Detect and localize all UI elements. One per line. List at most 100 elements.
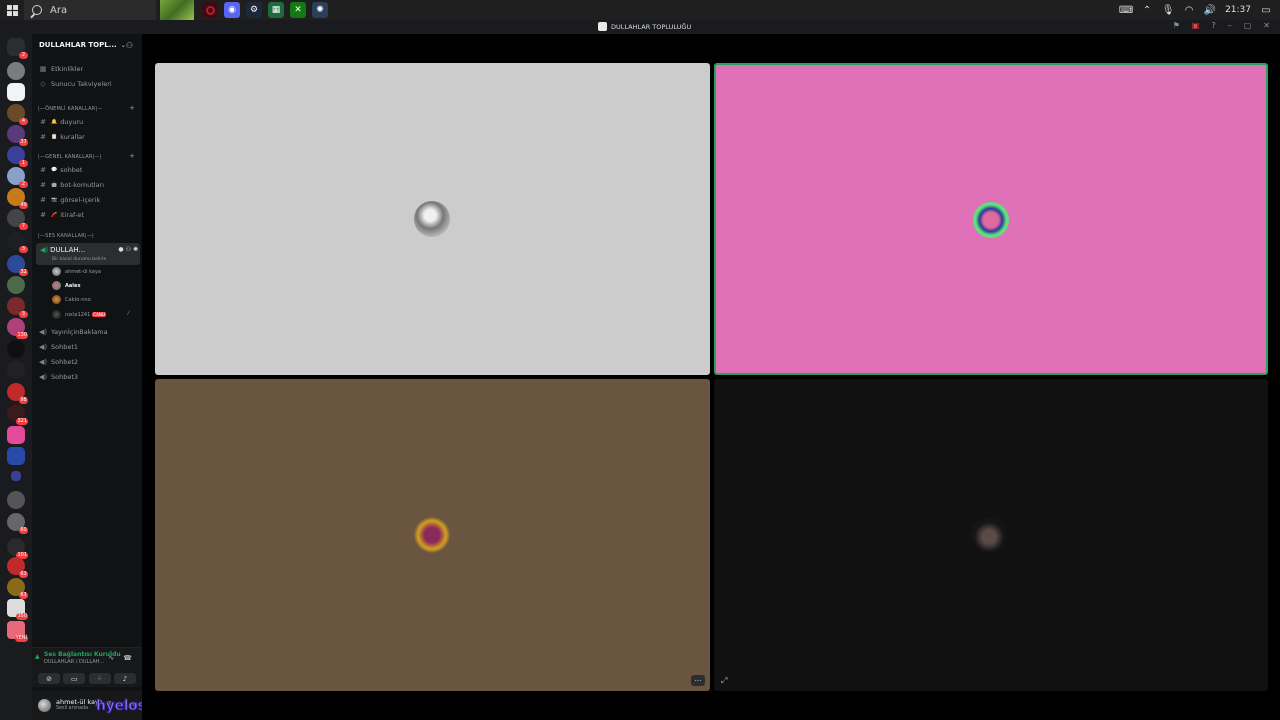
- channel-gorsel-icerik[interactable]: # 📷 görsel-içerik: [38, 196, 100, 204]
- server-icon[interactable]: YENİ: [7, 621, 28, 642]
- taskbar-search-input[interactable]: Ara: [24, 0, 156, 20]
- boosts-link[interactable]: ◇ Sunucu Takviyeleri: [38, 80, 111, 88]
- voice-channel[interactable]: ◀) Sohbet3: [38, 373, 78, 381]
- category-important[interactable]: |—ÖNEMLİ KANALLAR|—: [38, 106, 103, 112]
- disconnect-icon[interactable]: ☎: [123, 654, 132, 662]
- participant-tile[interactable]: [155, 63, 710, 375]
- server-icon[interactable]: [7, 361, 25, 379]
- channel-bot-komutlari[interactable]: # 🤖 bot-komutları: [38, 181, 104, 189]
- server-icon[interactable]: [7, 426, 25, 444]
- channel-itiraf-et[interactable]: # 🧨 itiraf-et: [38, 211, 84, 219]
- voice-user-name: ahmet-ül kaya: [65, 268, 101, 275]
- server-header[interactable]: DULLAHLAR TOPL... ⌄ ⚇: [32, 34, 142, 56]
- maximize-button[interactable]: ▢: [1244, 21, 1252, 30]
- server-icon[interactable]: [7, 447, 25, 465]
- server-icon[interactable]: 37: [7, 125, 28, 146]
- channel-duyuru[interactable]: # 🔔 duyuru: [38, 118, 83, 126]
- server-icon[interactable]: 7: [7, 209, 28, 230]
- windows-start-icon[interactable]: [0, 0, 24, 20]
- voice-user[interactable]: rox\e1241 CANLI: [52, 310, 107, 319]
- voice-user[interactable]: Cakto-nno: [52, 295, 91, 304]
- volume-icon[interactable]: 🔊: [1204, 4, 1216, 16]
- category-voice[interactable]: |—SES KANALLAR|—|: [38, 233, 94, 239]
- add-channel-icon[interactable]: +: [129, 152, 135, 160]
- voice-user[interactable]: ahmet-ül kaya: [52, 267, 101, 276]
- voice-channel[interactable]: ◀) Sohbet2: [38, 358, 78, 366]
- voice-stage: ··· ⤢: [142, 34, 1280, 720]
- participant-avatar: [414, 517, 450, 553]
- participant-tile[interactable]: [714, 63, 1268, 375]
- chevron-up-icon[interactable]: ⌃: [1141, 4, 1153, 16]
- server-icon[interactable]: [7, 62, 25, 80]
- participant-tile[interactable]: ···: [155, 379, 710, 691]
- taskbar-thumbnail: [160, 0, 194, 20]
- server-icon[interactable]: 4: [7, 104, 28, 125]
- clock[interactable]: 21:37: [1225, 5, 1251, 15]
- server-icon[interactable]: 32: [7, 255, 28, 276]
- gear-icon[interactable]: ✺: [133, 246, 138, 253]
- activities-button[interactable]: ⁘: [88, 673, 111, 684]
- server-icon[interactable]: [7, 340, 25, 358]
- minimize-button[interactable]: –: [1228, 21, 1232, 30]
- xbox-icon[interactable]: ✕: [290, 2, 306, 18]
- server-icon[interactable]: 49: [7, 188, 28, 209]
- server-icon[interactable]: 2: [7, 167, 28, 188]
- microphone-icon[interactable]: 🎙: [1162, 4, 1175, 16]
- steam-icon[interactable]: ⚙: [246, 2, 262, 18]
- spreadsheet-icon[interactable]: ▦: [268, 2, 284, 18]
- server-icon[interactable]: 130: [7, 318, 28, 339]
- server-icon[interactable]: 98: [7, 383, 28, 404]
- avatar: [52, 267, 61, 276]
- category-general[interactable]: |—GENEL KANALLAR|—|: [38, 154, 102, 160]
- voice-channel[interactable]: ◀) YayınİçinBaklama: [38, 328, 108, 336]
- notifications-icon[interactable]: ▭: [1260, 4, 1272, 16]
- server-icon[interactable]: [7, 83, 25, 101]
- folder-icon[interactable]: [11, 471, 21, 481]
- discord-icon[interactable]: ◉: [224, 2, 240, 18]
- more-options-button[interactable]: ···: [691, 675, 705, 686]
- add-channel-icon[interactable]: +: [129, 104, 135, 112]
- keyboard-icon[interactable]: ⌨: [1119, 4, 1133, 16]
- server-icon[interactable]: 3: [7, 297, 28, 318]
- server-icon[interactable]: 63: [7, 578, 28, 599]
- channel-sohbet[interactable]: # 💬 sohbet: [38, 166, 82, 174]
- inbox-icon[interactable]: ⚑: [1173, 21, 1180, 30]
- window-titlebar: DULLAHLAR TOPLULUĞU ⚑ ▣ ? – ▢ ✕: [0, 20, 1280, 34]
- popout-icon[interactable]: ⤢: [721, 676, 727, 686]
- settings-icon[interactable]: ✺: [312, 2, 328, 18]
- server-icon[interactable]: [7, 276, 25, 294]
- voice-channel[interactable]: ◀) Sohbet1: [38, 343, 78, 351]
- avatar[interactable]: [38, 699, 51, 712]
- server-name: DULLAHLAR TOPL...: [39, 41, 117, 49]
- server-icon[interactable]: 3: [7, 232, 28, 253]
- opera-icon[interactable]: [202, 2, 218, 18]
- server-rail: 2 4 37 1 2 49 7 3 32 3 130 98 321 60 101…: [0, 34, 32, 720]
- soundboard-button[interactable]: ♪: [113, 673, 136, 684]
- voice-user[interactable]: Aalex: [52, 281, 81, 290]
- server-icon[interactable]: 101: [7, 538, 28, 559]
- add-member-icon[interactable]: ⚇: [126, 246, 131, 253]
- noise-suppression-icon[interactable]: ∿: [108, 654, 114, 662]
- close-button[interactable]: ✕: [1263, 21, 1270, 30]
- events-link[interactable]: ▦ Etkinlikler: [38, 65, 84, 73]
- camera-button[interactable]: ⊘: [38, 673, 60, 684]
- screen-share-icon[interactable]: ▣: [1192, 21, 1200, 30]
- participant-tile[interactable]: [714, 379, 1268, 691]
- server-icon[interactable]: 60: [7, 513, 28, 534]
- server-icon[interactable]: [7, 491, 25, 509]
- server-icon[interactable]: 63: [7, 557, 28, 578]
- server-icon[interactable]: 350: [7, 599, 28, 620]
- home-icon[interactable]: 2: [7, 38, 28, 59]
- server-icon[interactable]: 1: [7, 146, 28, 167]
- channel-label: görsel-içerik: [60, 196, 101, 204]
- invite-icon[interactable]: ⚇: [126, 41, 133, 50]
- server-icon[interactable]: 321: [7, 404, 28, 425]
- channel-kurallar[interactable]: # 📋 kurallar: [38, 133, 85, 141]
- screen-share-button[interactable]: ▭: [63, 673, 86, 684]
- channel-status[interactable]: Bir kanal durumu belirle: [52, 257, 106, 262]
- chat-icon[interactable]: ●: [118, 246, 123, 253]
- signal-icon[interactable]: ▲: [35, 653, 41, 660]
- wifi-icon[interactable]: ◠: [1183, 4, 1195, 16]
- help-icon[interactable]: ?: [1211, 21, 1215, 30]
- active-voice-channel[interactable]: ◀) DULLAH... Bir kanal durumu belirle ● …: [36, 243, 140, 265]
